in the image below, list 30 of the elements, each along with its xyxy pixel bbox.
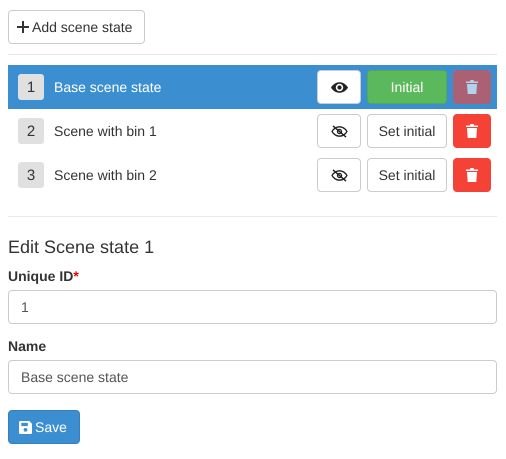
trash-icon — [466, 124, 478, 138]
set-initial-button[interactable]: Set initial — [367, 114, 447, 148]
eye-icon — [330, 80, 348, 94]
number-badge: 3 — [18, 162, 44, 188]
scene-state-name: Scene with bin 1 — [54, 123, 158, 139]
field-label: Unique ID — [8, 268, 74, 284]
plus-icon — [17, 21, 29, 33]
scene-state-row[interactable]: 2 Scene with bin 1 Set initial — [8, 109, 497, 153]
number-badge: 2 — [18, 118, 44, 144]
scene-state-row[interactable]: 1 Base scene state Initial — [8, 65, 497, 109]
number-badge: 1 — [18, 74, 44, 100]
input-field[interactable]: Base scene state — [8, 360, 497, 394]
visibility-button[interactable] — [317, 70, 361, 104]
trash-icon — [466, 168, 478, 182]
eye-slash-icon — [330, 124, 348, 138]
add-scene-state-button[interactable]: Add scene state — [8, 10, 146, 44]
delete-button[interactable] — [453, 114, 491, 148]
input-field[interactable]: 1 — [8, 290, 497, 324]
scene-state-name: Base scene state — [54, 79, 162, 95]
set-initial-button[interactable]: Set initial — [367, 158, 447, 192]
visibility-button[interactable] — [317, 114, 361, 148]
trash-icon — [466, 80, 478, 94]
field-label: Name — [8, 338, 48, 354]
eye-slash-icon — [330, 168, 348, 182]
scene-state-name: Scene with bin 2 — [54, 167, 158, 183]
scene-state-row[interactable]: 3 Scene with bin 2 Set initial — [8, 153, 497, 197]
section-heading: Edit Scene state 1 — [8, 237, 156, 258]
delete-button[interactable] — [453, 158, 491, 192]
required-mark: * — [73, 268, 79, 286]
visibility-button[interactable] — [317, 158, 361, 192]
